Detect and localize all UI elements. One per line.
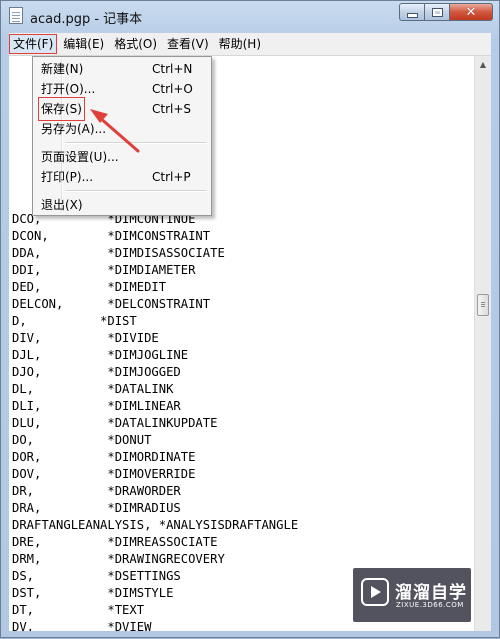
- text-line: DELCON, *DELCONSTRAINT: [12, 297, 211, 311]
- watermark-title: 溜溜自学: [395, 583, 467, 603]
- menu-item-print[interactable]: 打印(P)... Ctrl+P: [36, 167, 208, 187]
- maximize-button[interactable]: [425, 3, 450, 21]
- play-logo-icon: [361, 578, 389, 606]
- text-line: DDI, *DIMDIAMETER: [12, 263, 196, 277]
- menu-item-new[interactable]: 新建(N) Ctrl+N: [36, 59, 208, 79]
- text-line: D, *DIST: [12, 314, 137, 328]
- menu-help[interactable]: 帮助(H): [215, 34, 265, 54]
- text-line: DED, *DIMEDIT: [12, 280, 167, 294]
- menu-item-label: 保存(S): [38, 97, 85, 121]
- text-line: DT, *TEXT: [12, 603, 145, 617]
- text-line: DLI, *DIMLINEAR: [12, 399, 181, 413]
- notepad-icon: [9, 7, 23, 24]
- menu-item-label: 另存为(A)...: [41, 122, 107, 136]
- window-controls: ✕: [399, 3, 493, 23]
- text-line: DRE, *DIMREASSOCIATE: [12, 535, 218, 549]
- menu-item-label: 打印(P)...: [41, 170, 94, 184]
- text-line: DOR, *DIMORDINATE: [12, 450, 196, 464]
- text-line: DL, *DATALINK: [12, 382, 174, 396]
- menu-view[interactable]: 查看(V): [163, 34, 213, 54]
- scroll-thumb[interactable]: [477, 294, 489, 316]
- title-bar[interactable]: acad.pgp - 记事本 ✕: [1, 1, 499, 31]
- text-line: DLU, *DATALINKUPDATE: [12, 416, 218, 430]
- menu-item-save[interactable]: 保存(S) Ctrl+S: [36, 97, 208, 121]
- text-line: DRAFTANGLEANALYSIS, *ANALYSISDRAFTANGLE: [12, 518, 299, 532]
- menu-separator: [65, 190, 207, 192]
- notepad-window: acad.pgp - 记事本 ✕ 文件(F) 编辑(E) 格式(O) 查看(V)…: [0, 0, 500, 638]
- menu-file[interactable]: 文件(F): [9, 34, 58, 54]
- menu-separator: [65, 142, 207, 144]
- text-line: DS, *DSETTINGS: [12, 569, 181, 583]
- menu-item-open[interactable]: 打开(O)... Ctrl+O: [36, 79, 208, 99]
- close-icon: ✕: [465, 4, 477, 20]
- minimize-button[interactable]: [399, 3, 425, 21]
- menu-item-label: 打开(O)...: [41, 82, 96, 96]
- window-title: acad.pgp - 记事本: [30, 12, 143, 27]
- text-line: DO, *DONUT: [12, 433, 152, 447]
- menu-item-page-setup[interactable]: 页面设置(U)...: [36, 147, 208, 167]
- text-line: DIV, *DIVIDE: [12, 331, 159, 345]
- menu-item-shortcut: Ctrl+S: [152, 102, 192, 116]
- maximize-icon: [431, 7, 443, 17]
- close-button[interactable]: ✕: [450, 3, 493, 21]
- menu-item-exit[interactable]: 退出(X): [36, 195, 208, 215]
- scroll-up-icon[interactable]: ▲: [475, 56, 491, 73]
- menu-edit[interactable]: 编辑(E): [59, 34, 108, 54]
- text-line: DV, *DVIEW: [12, 620, 152, 631]
- text-line: DJO, *DIMJOGGED: [12, 365, 181, 379]
- text-line: DST, *DIMSTYLE: [12, 586, 174, 600]
- text-line: DJL, *DIMJOGLINE: [12, 348, 189, 362]
- text-line: DRM, *DRAWINGRECOVERY: [12, 552, 225, 566]
- text-line: DRA, *DIMRADIUS: [12, 501, 181, 515]
- minimize-icon: [406, 13, 418, 18]
- menu-item-save-as[interactable]: 另存为(A)...: [36, 119, 208, 139]
- menu-item-shortcut: Ctrl+P: [152, 170, 191, 184]
- menu-bar: 文件(F) 编辑(E) 格式(O) 查看(V) 帮助(H): [9, 33, 491, 56]
- menu-format[interactable]: 格式(O): [110, 34, 161, 54]
- watermark: 溜溜自学 ZIXUE.3D66.COM: [353, 568, 471, 622]
- text-line: DOV, *DIMOVERRIDE: [12, 467, 196, 481]
- vertical-scrollbar[interactable]: ▲: [474, 56, 491, 631]
- text-line: DCON, *DIMCONSTRAINT: [12, 229, 211, 243]
- menu-item-label: 页面设置(U)...: [41, 150, 119, 164]
- menu-item-label: 新建(N): [41, 62, 84, 76]
- menu-item-label: 退出(X): [41, 198, 83, 212]
- menu-item-shortcut: Ctrl+N: [152, 62, 193, 76]
- text-line: DDA, *DIMDISASSOCIATE: [12, 246, 225, 260]
- file-menu-dropdown: 新建(N) Ctrl+N 打开(O)... Ctrl+O 保存(S) Ctrl+…: [32, 56, 212, 216]
- watermark-url: ZIXUE.3D66.COM: [396, 601, 464, 609]
- menu-item-shortcut: Ctrl+O: [152, 82, 193, 96]
- text-line: DR, *DRAWORDER: [12, 484, 181, 498]
